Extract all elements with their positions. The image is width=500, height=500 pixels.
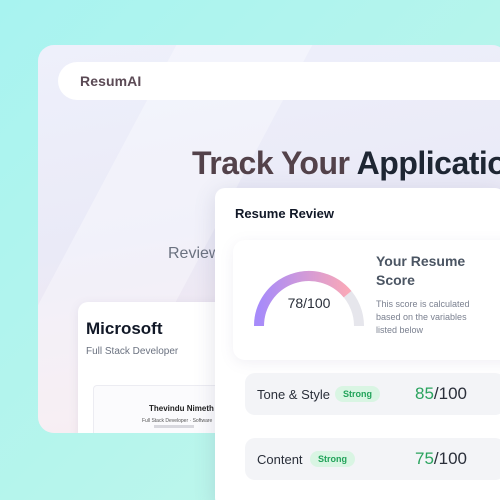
metric-score-max: /100 (433, 384, 467, 403)
job-role: Full Stack Developer (86, 346, 179, 357)
metric-score: 85/100 (415, 384, 467, 404)
hero-subtitle: Review (168, 245, 221, 262)
hero-title-first: Track Your (192, 145, 357, 181)
metric-label: Tone & Style (257, 386, 330, 402)
metric-label: Content (257, 451, 303, 467)
metric-row-content[interactable]: Content Strong 75/100 (245, 438, 500, 480)
score-description: This score is calculated based on the va… (376, 299, 470, 335)
score-value: 78/100 (287, 295, 331, 311)
review-title: Resume Review (235, 206, 334, 221)
resume-thumb-text-line (154, 425, 194, 428)
metric-score-max: /100 (433, 449, 467, 468)
resume-thumb-name: Thevindu Nimeth (149, 404, 214, 413)
hero-title-rest: Applicatio (356, 145, 500, 181)
resume-thumb-headline: Full Stack Developer · Software (142, 418, 213, 424)
navbar: ResumAI (58, 62, 500, 100)
strength-badge: Strong (310, 451, 355, 467)
brand-logo[interactable]: ResumAI (80, 73, 141, 89)
metric-score-value: 75 (414, 449, 434, 468)
metric-score: 75/100 (415, 449, 467, 469)
metric-score-value: 85 (414, 384, 434, 403)
resume-review-panel: Resume Review 78/100 Your Resume Score T… (215, 188, 500, 500)
strength-badge: Strong (335, 386, 380, 402)
score-card: 78/100 Your Resume Score This score is c… (233, 240, 500, 360)
hero-title: Track Your Applicatio (192, 145, 500, 182)
score-heading: Your Resume Score (376, 253, 466, 288)
metric-row-tone-style[interactable]: Tone & Style Strong 85/100 (245, 373, 500, 415)
job-company: Microsoft (86, 319, 163, 338)
